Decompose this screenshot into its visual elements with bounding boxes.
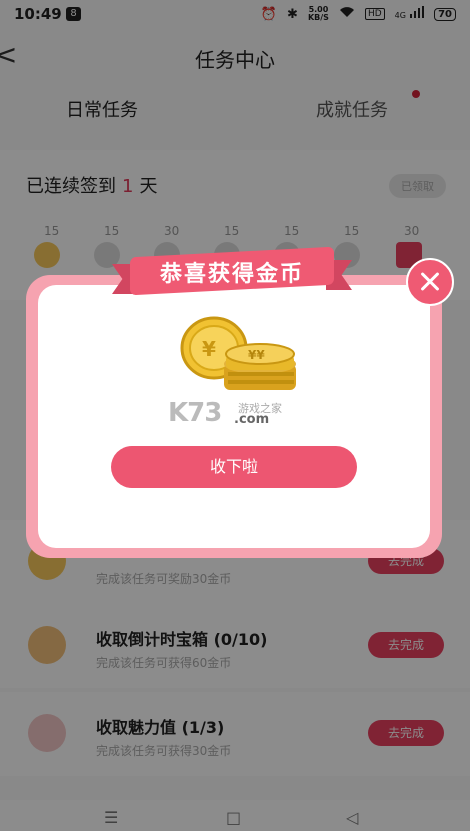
task-center-screen: 10:49 8 ⏰ ✱ 5.00 KB/S HD 4G 70 < 任务中心 日常…: [0, 0, 470, 831]
reward-ribbon: 恭喜获得金币: [112, 246, 352, 298]
watermark-logo: K73: [168, 398, 222, 428]
gold-coins-icon: ¥ ¥¥: [180, 316, 296, 390]
collect-button[interactable]: 收下啦: [111, 446, 357, 488]
svg-text:¥¥: ¥¥: [248, 348, 265, 362]
watermark-com: .com: [234, 412, 270, 427]
svg-text:¥: ¥: [202, 337, 216, 361]
close-dialog-button[interactable]: [406, 258, 454, 306]
watermark: K73 游戏之家 .com: [168, 398, 318, 430]
reward-title: 恭喜获得金币: [159, 262, 304, 287]
